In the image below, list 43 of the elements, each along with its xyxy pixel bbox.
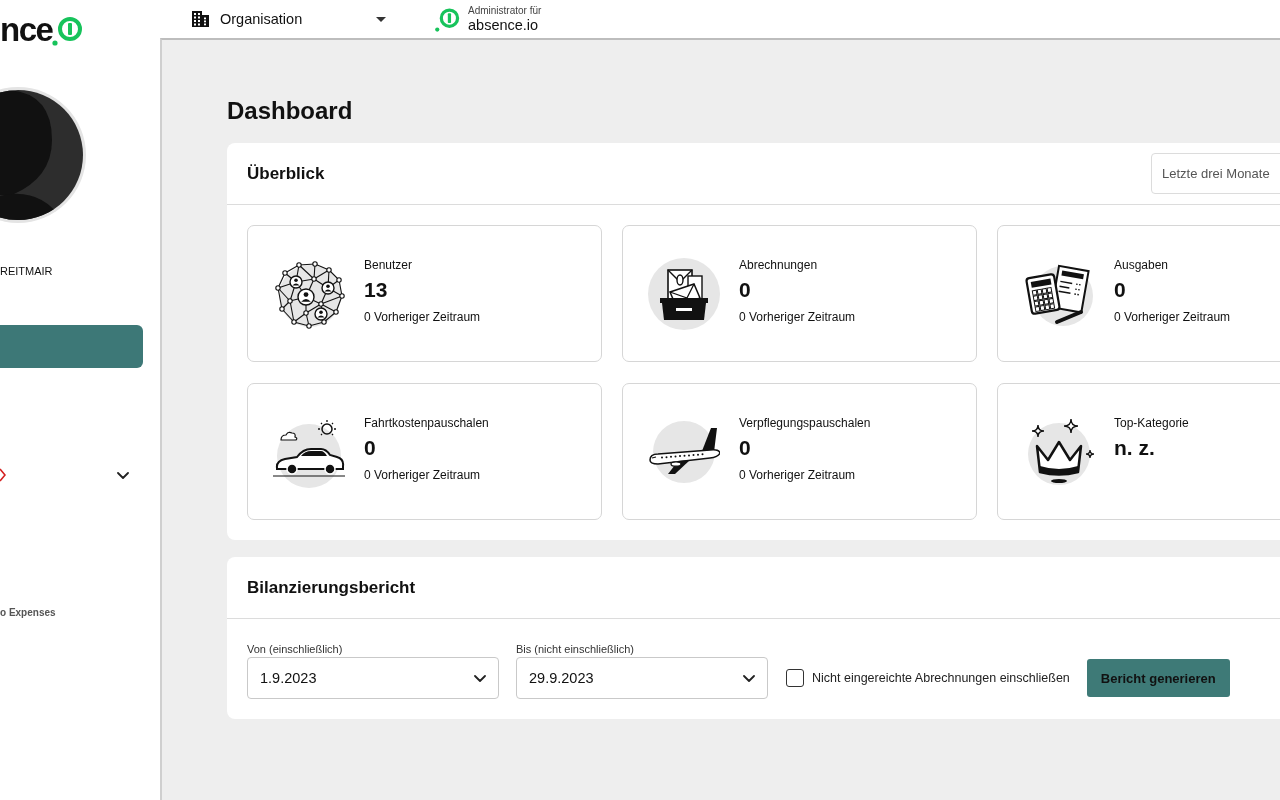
stat-label: Abrechnungen bbox=[739, 257, 818, 273]
chevron-down-icon[interactable] bbox=[117, 471, 129, 479]
inbox-tray-icon bbox=[648, 257, 720, 330]
stat-label: Top-Kategorie bbox=[1114, 415, 1189, 431]
panel-title: Bilanzierungsbericht bbox=[247, 577, 416, 598]
previous-period-text: 0 Vorheriger Zeitraum bbox=[364, 467, 481, 483]
chevron-down-icon bbox=[743, 674, 755, 682]
chevron-right-icon bbox=[0, 468, 6, 482]
page-title: Dashboard bbox=[227, 96, 354, 126]
company-name: absence.io bbox=[468, 16, 539, 34]
generate-report-button[interactable]: Bericht generieren bbox=[1086, 659, 1230, 697]
field-label: Von (einschließlich) bbox=[247, 643, 343, 656]
field-label: Bis (nicht einschließlich) bbox=[516, 643, 634, 656]
user-name: REITMAIR bbox=[0, 264, 53, 278]
checkbox-label: Nicht eingereichte Abrechnungen einschließen bbox=[812, 671, 1070, 685]
logo-icon bbox=[52, 14, 83, 46]
panel-title: Überblick bbox=[247, 163, 325, 184]
date-select[interactable]: 1.9.2023 bbox=[247, 657, 499, 699]
logo-icon bbox=[434, 6, 460, 32]
period-select[interactable]: Letzte drei Monate bbox=[1151, 153, 1280, 194]
stat-label: Benutzer bbox=[364, 257, 413, 273]
previous-period-text: 0 Vorheriger Zeitraum bbox=[739, 467, 856, 483]
caret-icon bbox=[376, 16, 386, 22]
organisation-select[interactable]: Organisation bbox=[192, 11, 386, 27]
stat-value: n. z. bbox=[1114, 435, 1155, 461]
building-icon bbox=[192, 11, 209, 27]
nav-item[interactable]: o Expenses bbox=[0, 606, 56, 620]
previous-period-text: 0 Vorheriger Zeitraum bbox=[739, 309, 856, 325]
date-select[interactable]: 29.9.2023 bbox=[516, 657, 768, 699]
previous-period-text: 0 Vorheriger Zeitraum bbox=[364, 309, 481, 325]
logo-text: nce bbox=[0, 14, 53, 46]
checkbox[interactable] bbox=[786, 669, 804, 687]
stat-value: 0 bbox=[364, 435, 376, 461]
admin-label: Administrator für bbox=[468, 4, 542, 17]
stat-label: Ausgaben bbox=[1114, 257, 1169, 273]
stat-value: 0 bbox=[739, 435, 751, 461]
stat-value: 0 bbox=[1114, 277, 1126, 303]
stat-value: 0 bbox=[739, 277, 751, 303]
stat-value: 13 bbox=[364, 277, 388, 303]
chevron-down-icon bbox=[474, 674, 486, 682]
stat-label: Verpflegungspauschalen bbox=[739, 415, 871, 431]
stat-label: Fahrtkostenpauschalen bbox=[364, 415, 489, 431]
previous-period-text: 0 Vorheriger Zeitraum bbox=[1114, 309, 1231, 325]
